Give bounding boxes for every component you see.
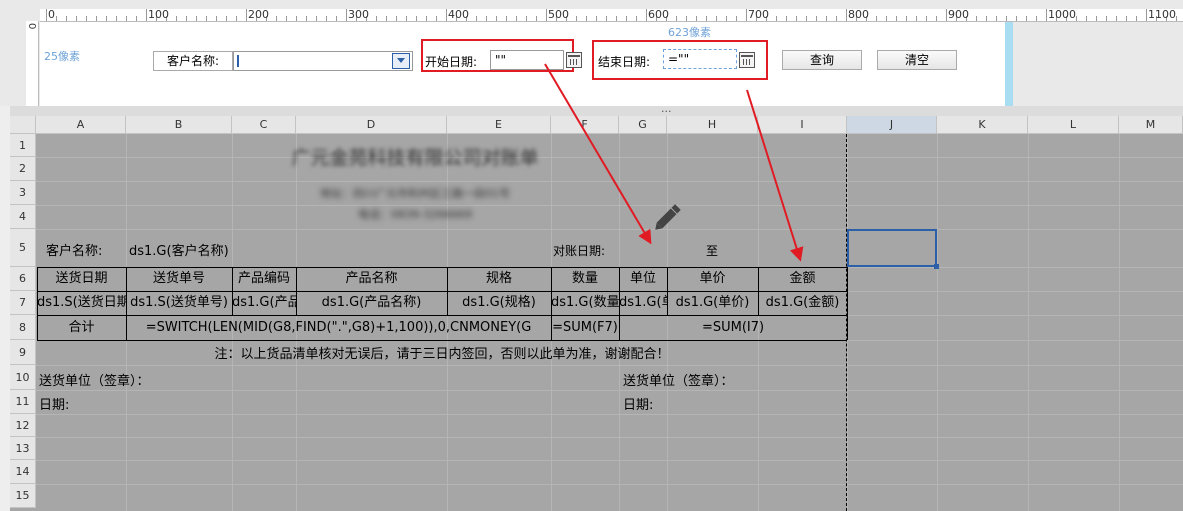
arrow-icon-end — [746, 89, 804, 262]
annotation-arrows — [544, 63, 804, 262]
arrow-icon-start — [544, 63, 652, 245]
